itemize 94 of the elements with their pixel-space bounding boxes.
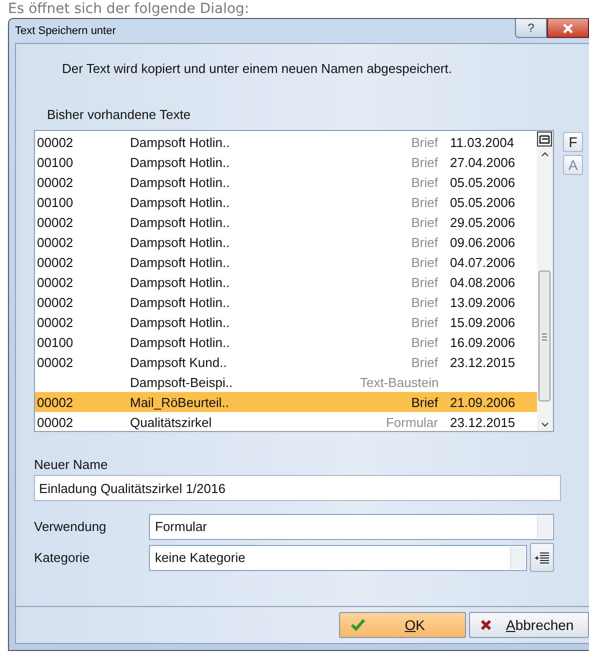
list-row[interactable]: 00002 Dampsoft Hotlin.. Brief 04.08.2006 (35, 272, 537, 292)
row-date: 21.09.2006 (450, 394, 516, 410)
row-name: Mail_RöBeurteil.. (130, 394, 230, 410)
row-number: 00002 (37, 234, 74, 250)
list-row[interactable]: 00002 Dampsoft Hotlin.. Brief 11.03.2004 (35, 132, 537, 152)
list-row[interactable]: 00100 Dampsoft Hotlin.. Brief 16.09.2006 (35, 332, 537, 352)
row-type: Brief (410, 214, 439, 230)
row-number: 00002 (37, 314, 74, 330)
list-row[interactable]: 00002 Dampsoft Hotlin.. Brief 05.05.2006 (35, 172, 537, 192)
list-row[interactable]: 00002 Qualitätszirkel Formular 23.12.2015 (35, 412, 537, 432)
list-row[interactable]: 00002 Mail_RöBeurteil.. Brief 21.09.2006 (35, 392, 537, 412)
row-date: 05.05.2006 (450, 194, 516, 210)
row-name: Dampsoft Hotlin.. (130, 134, 231, 150)
row-date: 05.05.2006 (450, 174, 516, 190)
row-date: 13.09.2006 (450, 294, 516, 310)
row-number: 00002 (37, 354, 74, 370)
row-name: Qualitätszirkel (130, 414, 213, 430)
close-button[interactable] (547, 19, 589, 38)
list-row[interactable]: 00002 Dampsoft Hotlin.. Brief 04.07.2006 (35, 252, 537, 272)
window-title: Text Speichern unter (15, 25, 116, 37)
row-date: 27.04.2006 (450, 154, 516, 170)
row-name: Dampsoft Hotlin.. (130, 334, 231, 350)
close-icon (562, 22, 574, 34)
row-type: Brief (410, 294, 439, 310)
row-type: Brief (410, 194, 439, 210)
list-row[interactable]: 00002 Dampsoft Hotlin.. Brief 29.05.2006 (35, 212, 537, 232)
row-type: Text-Baustein (360, 374, 440, 390)
row-date: 04.08.2006 (450, 274, 516, 290)
list-row[interactable]: 00002 Dampsoft Hotlin.. Brief 09.06.2006 (35, 232, 537, 252)
row-type: Brief (410, 174, 439, 190)
row-type: Brief (410, 234, 439, 250)
row-name: Dampsoft Hotlin.. (130, 294, 231, 310)
list-icon (535, 552, 549, 564)
page-caption: Es öffnet sich der folgende Dialog: (8, 1, 250, 17)
ok-button[interactable]: OK (339, 612, 466, 638)
row-type: Formular (384, 414, 439, 430)
row-type: Brief (410, 354, 439, 370)
field-label: Neuer Name (34, 457, 109, 473)
row-type: Brief (410, 134, 439, 150)
list-label: Bisher vorhandene Texte (47, 107, 191, 122)
list-row[interactable]: 00100 Dampsoft Hotlin.. Brief 05.05.2006 (35, 192, 537, 212)
category-dropdown[interactable]: keine Kategorie (149, 544, 527, 570)
row-name: Dampsoft Kund.. (130, 354, 228, 370)
text-list[interactable] (34, 130, 554, 432)
row-number: 00002 (37, 294, 74, 310)
row-type: Brief (410, 334, 439, 350)
row-name: Dampsoft Hotlin.. (130, 314, 231, 330)
name-input[interactable]: Einladung Qualitätszirkel 1/2016 (34, 475, 561, 501)
cross-icon (480, 619, 492, 631)
row-number: 00002 (37, 254, 74, 270)
row-date: 29.05.2006 (450, 214, 516, 230)
row-number: 00100 (37, 334, 74, 350)
row-name: Dampsoft Hotlin.. (130, 194, 231, 210)
row-type: Brief (410, 274, 439, 290)
row-date: 11.03.2004 (450, 134, 516, 150)
row-name: Dampsoft-Beispi.. (130, 374, 234, 390)
side-button[interactable]: F (563, 132, 583, 152)
row-type: Brief (410, 254, 439, 270)
row-type: Brief (410, 314, 439, 330)
row-date: 09.06.2006 (450, 234, 516, 250)
list-row[interactable]: Dampsoft-Beispi.. Text-Baustein (35, 372, 537, 392)
row-date: 23.12.2015 (450, 414, 516, 430)
checkmark-icon (350, 618, 366, 632)
row-date: 15.09.2006 (450, 314, 516, 330)
row-type: Brief (410, 154, 439, 170)
row-type: Brief (410, 394, 439, 410)
row-date: 23.12.2015 (450, 354, 516, 370)
field-label: Verwendung (34, 519, 108, 534)
list-row[interactable]: 00002 Dampsoft Hotlin.. Brief 13.09.2006 (35, 292, 537, 312)
field-label: Kategorie (34, 550, 91, 565)
list-row[interactable]: 00100 Dampsoft Hotlin.. Brief 27.04.2006 (35, 152, 537, 172)
row-name: Dampsoft Hotlin.. (130, 254, 231, 270)
row-name: Dampsoft Hotlin.. (130, 234, 231, 250)
list-row[interactable]: 00002 Dampsoft Kund.. Brief 23.12.2015 (35, 352, 537, 372)
row-name: Dampsoft Hotlin.. (130, 274, 231, 290)
row-number: 00100 (37, 194, 74, 210)
row-number: 00002 (37, 394, 74, 410)
help-button[interactable]: ? (515, 19, 547, 38)
row-date: 16.09.2006 (450, 334, 516, 350)
row-date: 04.07.2006 (450, 254, 516, 270)
list-row[interactable]: 00002 Dampsoft Hotlin.. Brief 15.09.2006 (35, 312, 537, 332)
category-list-button[interactable] (530, 543, 554, 572)
row-name: Dampsoft Hotlin.. (130, 154, 231, 170)
row-number: 00002 (37, 134, 74, 150)
row-number: 00100 (37, 154, 74, 170)
row-number: 00002 (37, 414, 74, 430)
row-number: 00002 (37, 214, 74, 230)
row-name: Dampsoft Hotlin.. (130, 214, 231, 230)
row-number: 00002 (37, 274, 74, 290)
row-name: Dampsoft Hotlin.. (130, 174, 231, 190)
info-message: Der Text wird kopiert und unter einem neuen Namen abgespeichert. (62, 61, 452, 76)
row-number: 00002 (37, 174, 74, 190)
cancel-button[interactable]: Abbrechen (469, 612, 589, 638)
usage-dropdown[interactable]: Formular (149, 514, 554, 540)
